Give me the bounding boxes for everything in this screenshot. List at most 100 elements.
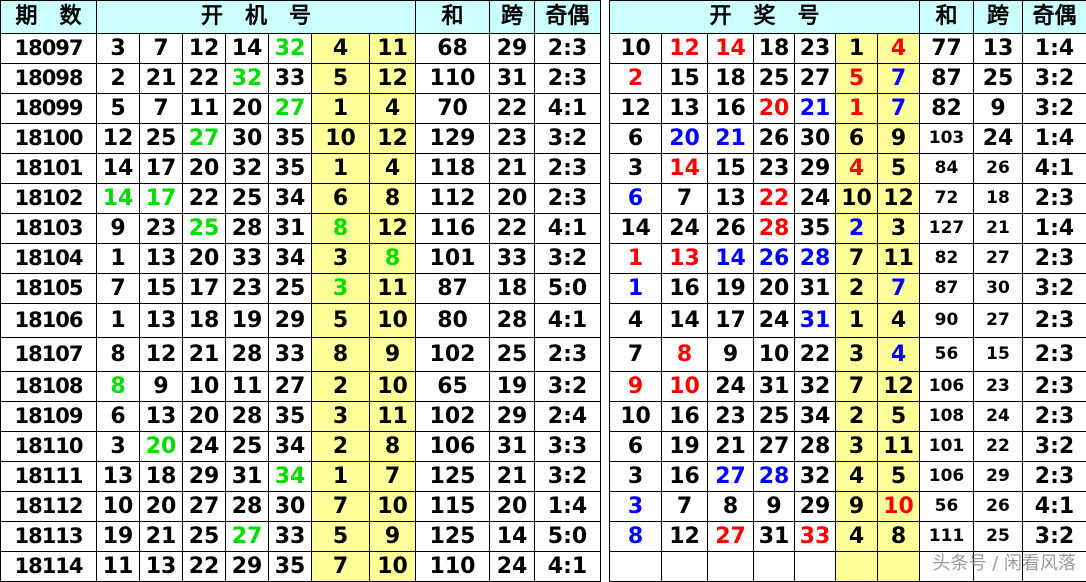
kai-number-cell: 31 [226,462,269,492]
kai-extra-cell: 6 [312,184,370,214]
kai-number-cell: 33 [269,338,312,372]
jiang-number-cell: 1 [610,274,662,304]
jiang-number-cell: 14 [662,154,708,184]
jiang-number-cell [795,552,836,582]
jiang-number-cell: 22 [795,338,836,372]
kai-number-cell: 23 [226,274,269,304]
table-row: 81227313348111253:2 [610,522,1086,552]
kai-extra-cell: 10 [370,372,416,402]
period-cell: 18097 [1,34,97,64]
odd-even-cell: 4:1 [535,304,601,338]
span-cell: 26 [974,492,1023,522]
span-cell: 22 [974,432,1023,462]
kai-number-cell: 20 [183,402,226,432]
kai-extra-cell: 10 [312,124,370,154]
jiang-extra-cell [836,552,878,582]
span-cell: 26 [974,154,1023,184]
kai-number-cell: 25 [183,522,226,552]
sum-cell: 101 [920,432,974,462]
jiang-number-cell: 9 [610,372,662,402]
jiang-extra-cell: 4 [878,304,920,338]
period-cell: 18113 [1,522,97,552]
span-cell: 20 [490,184,535,214]
jiang-number-cell: 23 [795,34,836,64]
span-cell: 21 [490,462,535,492]
jiang-number-cell: 27 [795,64,836,94]
kai-number-cell: 33 [269,64,312,94]
span-cell: 9 [974,94,1023,124]
kai-number-cell: 31 [269,214,312,244]
sum-cell: 56 [920,492,974,522]
span-cell: 25 [974,64,1023,94]
table-row: 180973712143241168292:3 [1,34,601,64]
kai-extra-cell: 8 [370,244,416,274]
jiang-number-cell: 13 [708,184,754,214]
sum-cell: 116 [416,214,490,244]
sum-cell: 110 [416,552,490,582]
period-cell: 18112 [1,492,97,522]
jiang-extra-cell: 1 [836,34,878,64]
period-cell: 18105 [1,274,97,304]
jiang-extra-cell: 2 [836,214,878,244]
kai-number-cell: 28 [226,214,269,244]
kai-extra-cell: 1 [312,94,370,124]
kai-number-cell: 12 [183,34,226,64]
span-cell: 29 [490,402,535,432]
kai-number-cell: 10 [97,492,140,522]
span-cell: 31 [490,432,535,462]
jiang-number-cell: 28 [795,432,836,462]
sum-cell: 82 [920,94,974,124]
jiang-extra-cell: 6 [836,124,878,154]
odd-even-cell: 1:4 [1023,124,1086,154]
table-row: 1810781221283389102252:3 [1,338,601,372]
jiang-number-cell: 24 [795,184,836,214]
table-row: 18113192125273359125145:0 [1,522,601,552]
jiang-number-cell: 19 [662,432,708,462]
kai-number-cell: 20 [183,154,226,184]
table-row: 181088910112721065193:2 [1,372,601,402]
sum-cell: 115 [416,492,490,522]
jiang-number-cell: 35 [795,214,836,244]
kai-number-cell: 35 [269,552,312,582]
jiang-extra-cell: 12 [878,184,920,214]
period-cell: 18102 [1,184,97,214]
kai-number-cell: 12 [140,338,183,372]
header-row: 开 奖 号 和 跨 奇偶 [610,1,1086,34]
jiang-extra-cell: 11 [878,244,920,274]
kai-number-cell: 21 [183,338,226,372]
jiang-number-cell: 33 [795,522,836,552]
jiang-number-cell: 16 [662,274,708,304]
span-cell: 31 [490,64,535,94]
jiang-number-cell: 2 [610,64,662,94]
header-kai-numbers: 开 机 号 [97,1,416,34]
jiang-number-cell: 7 [662,184,708,214]
sum-cell: 112 [416,184,490,214]
kai-number-cell: 28 [226,402,269,432]
jiang-extra-cell: 5 [836,64,878,94]
span-cell: 19 [490,372,535,402]
kai-number-cell: 20 [140,492,183,522]
kai-number-cell: 12 [97,124,140,154]
table-row: 1810012252730351012129233:2 [1,124,601,154]
jiang-number-cell: 10 [754,338,795,372]
kai-extra-cell: 8 [370,432,416,462]
jiang-number-cell: 15 [662,64,708,94]
jiang-number-cell: 12 [662,522,708,552]
odd-even-cell: 2:3 [1023,372,1086,402]
table-row: 78910223456152:3 [610,338,1086,372]
kai-number-cell: 9 [97,214,140,244]
odd-even-cell: 2:3 [535,184,601,214]
jiang-number-cell: 29 [795,154,836,184]
jiang-number-cell: 23 [754,154,795,184]
kai-extra-cell: 12 [370,64,416,94]
kai-number-cell: 34 [269,462,312,492]
header-span: 跨 [490,1,535,34]
kai-number-cell: 23 [140,214,183,244]
span-cell: 24 [974,124,1023,154]
kai-number-cell: 13 [140,304,183,338]
kai-extra-cell: 7 [312,552,370,582]
header-odd-even: 奇偶 [1023,1,1086,34]
span-cell: 14 [490,522,535,552]
sum-cell: 106 [920,372,974,402]
odd-even-cell: 3:2 [1023,64,1086,94]
